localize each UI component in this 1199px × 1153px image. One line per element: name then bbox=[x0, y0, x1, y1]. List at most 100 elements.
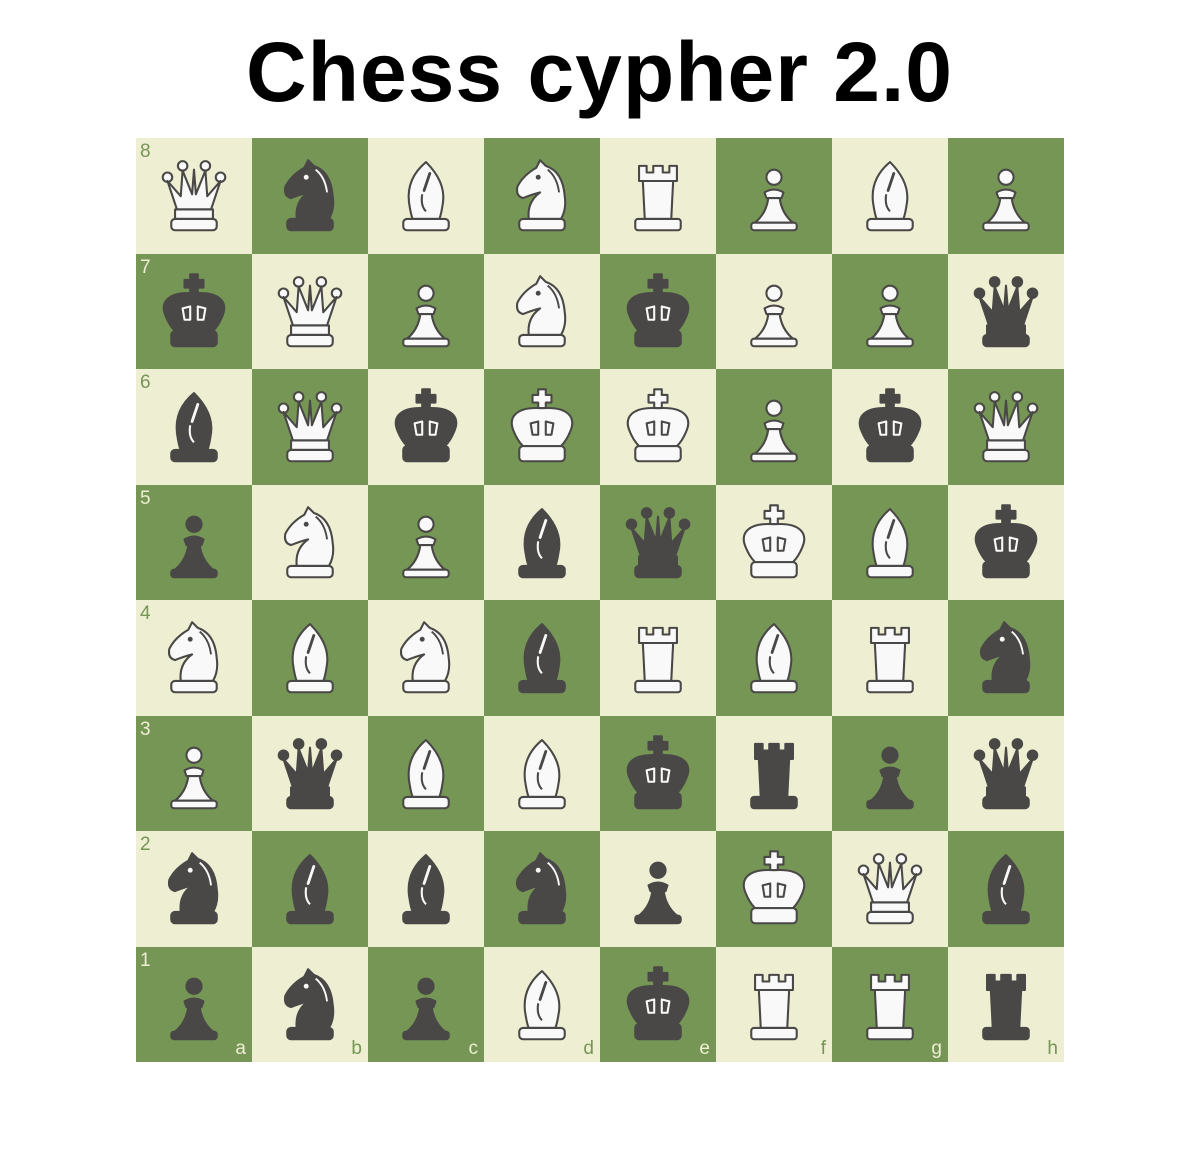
square-a7[interactable]: 7 bbox=[136, 253, 252, 370]
black-queen-icon[interactable] bbox=[252, 716, 368, 832]
white-pawn-icon[interactable] bbox=[716, 369, 832, 485]
square-a4[interactable]: 4 bbox=[136, 600, 252, 716]
white-queen-icon[interactable] bbox=[136, 138, 252, 254]
square-f4[interactable] bbox=[716, 600, 832, 716]
square-h1[interactable]: h bbox=[948, 946, 1064, 1062]
white-rook-icon[interactable] bbox=[600, 600, 716, 716]
black-bishop-icon[interactable] bbox=[252, 831, 368, 947]
square-h4[interactable] bbox=[948, 600, 1064, 716]
white-rook-icon[interactable] bbox=[832, 600, 948, 716]
square-e6[interactable] bbox=[600, 369, 716, 485]
white-knight-icon[interactable] bbox=[368, 600, 484, 716]
square-b2[interactable] bbox=[252, 831, 368, 947]
square-h3[interactable] bbox=[948, 715, 1064, 832]
square-c7[interactable] bbox=[368, 253, 484, 369]
black-pawn-icon[interactable] bbox=[600, 831, 716, 947]
black-knight-icon[interactable] bbox=[252, 138, 368, 254]
white-king-icon[interactable] bbox=[716, 831, 832, 947]
square-c1[interactable]: c bbox=[368, 946, 484, 1063]
white-bishop-icon[interactable] bbox=[832, 138, 948, 254]
white-queen-icon[interactable] bbox=[252, 369, 368, 485]
square-e7[interactable] bbox=[600, 253, 716, 370]
square-e5[interactable] bbox=[600, 484, 716, 601]
white-king-icon[interactable] bbox=[600, 369, 716, 485]
black-knight-icon[interactable] bbox=[484, 831, 600, 947]
square-b6[interactable] bbox=[252, 369, 368, 485]
black-pawn-icon[interactable] bbox=[832, 716, 948, 832]
black-king-icon[interactable] bbox=[600, 716, 716, 832]
black-bishop-icon[interactable] bbox=[484, 485, 600, 601]
square-f8[interactable] bbox=[716, 138, 832, 254]
square-g6[interactable] bbox=[832, 369, 948, 485]
square-h7[interactable] bbox=[948, 253, 1064, 370]
square-h8[interactable] bbox=[948, 138, 1064, 254]
square-g8[interactable] bbox=[832, 138, 948, 254]
black-knight-icon[interactable] bbox=[948, 600, 1064, 716]
square-c2[interactable] bbox=[368, 831, 484, 947]
square-b5[interactable] bbox=[252, 484, 368, 601]
square-e4[interactable] bbox=[600, 600, 716, 716]
white-pawn-icon[interactable] bbox=[368, 485, 484, 601]
square-d3[interactable] bbox=[484, 715, 600, 832]
square-a2[interactable]: 2 bbox=[136, 831, 252, 947]
square-f5[interactable] bbox=[716, 484, 832, 601]
black-queen-icon[interactable] bbox=[948, 716, 1064, 832]
white-pawn-icon[interactable] bbox=[716, 138, 832, 254]
black-pawn-icon[interactable] bbox=[368, 947, 484, 1063]
black-bishop-icon[interactable] bbox=[368, 831, 484, 947]
square-d7[interactable] bbox=[484, 253, 600, 370]
square-d5[interactable] bbox=[484, 484, 600, 601]
square-d2[interactable] bbox=[484, 831, 600, 947]
square-d8[interactable] bbox=[484, 138, 600, 254]
square-c5[interactable] bbox=[368, 484, 484, 601]
square-f7[interactable] bbox=[716, 253, 832, 369]
square-a1[interactable]: 1a bbox=[136, 946, 252, 1062]
square-a3[interactable]: 3 bbox=[136, 715, 252, 831]
square-c8[interactable] bbox=[368, 138, 484, 254]
square-e2[interactable] bbox=[600, 831, 716, 947]
black-queen-icon[interactable] bbox=[600, 485, 716, 601]
black-rook-icon[interactable] bbox=[716, 716, 832, 832]
square-g3[interactable] bbox=[832, 715, 948, 832]
square-g2[interactable] bbox=[832, 831, 948, 947]
white-queen-icon[interactable] bbox=[832, 831, 948, 947]
white-bishop-icon[interactable] bbox=[484, 716, 600, 832]
square-a6[interactable]: 6 bbox=[136, 369, 252, 485]
square-a5[interactable]: 5 bbox=[136, 484, 252, 601]
black-bishop-icon[interactable] bbox=[136, 369, 252, 485]
black-king-icon[interactable] bbox=[600, 254, 716, 370]
square-e3[interactable] bbox=[600, 715, 716, 832]
square-g7[interactable] bbox=[832, 253, 948, 370]
square-f2[interactable] bbox=[716, 831, 832, 947]
square-e1[interactable]: e bbox=[600, 946, 716, 1062]
square-b7[interactable] bbox=[252, 253, 368, 369]
black-queen-icon[interactable] bbox=[948, 254, 1064, 370]
white-bishop-icon[interactable] bbox=[368, 138, 484, 254]
black-king-icon[interactable] bbox=[832, 369, 948, 485]
square-c4[interactable] bbox=[368, 600, 484, 716]
square-b3[interactable] bbox=[252, 715, 368, 832]
white-queen-icon[interactable] bbox=[948, 369, 1064, 485]
white-king-icon[interactable] bbox=[716, 485, 832, 601]
white-pawn-icon[interactable] bbox=[832, 254, 948, 370]
square-d1[interactable]: d bbox=[484, 946, 600, 1062]
square-h6[interactable] bbox=[948, 369, 1064, 485]
white-king-icon[interactable] bbox=[484, 369, 600, 485]
white-bishop-icon[interactable] bbox=[716, 600, 832, 716]
white-knight-icon[interactable] bbox=[252, 485, 368, 601]
black-king-icon[interactable] bbox=[368, 369, 484, 485]
white-knight-icon[interactable] bbox=[484, 138, 600, 254]
square-c6[interactable] bbox=[368, 369, 484, 485]
white-bishop-icon[interactable] bbox=[252, 600, 368, 716]
square-g1[interactable]: g bbox=[832, 946, 948, 1062]
square-f1[interactable]: f bbox=[716, 946, 832, 1062]
square-f3[interactable] bbox=[716, 715, 832, 832]
white-knight-icon[interactable] bbox=[484, 254, 600, 370]
black-king-icon[interactable] bbox=[136, 254, 252, 370]
black-knight-icon[interactable] bbox=[136, 831, 252, 947]
square-d6[interactable] bbox=[484, 369, 600, 485]
white-knight-icon[interactable] bbox=[136, 600, 252, 716]
black-pawn-icon[interactable] bbox=[136, 485, 252, 601]
square-h2[interactable] bbox=[948, 831, 1064, 947]
square-g4[interactable] bbox=[832, 600, 948, 716]
